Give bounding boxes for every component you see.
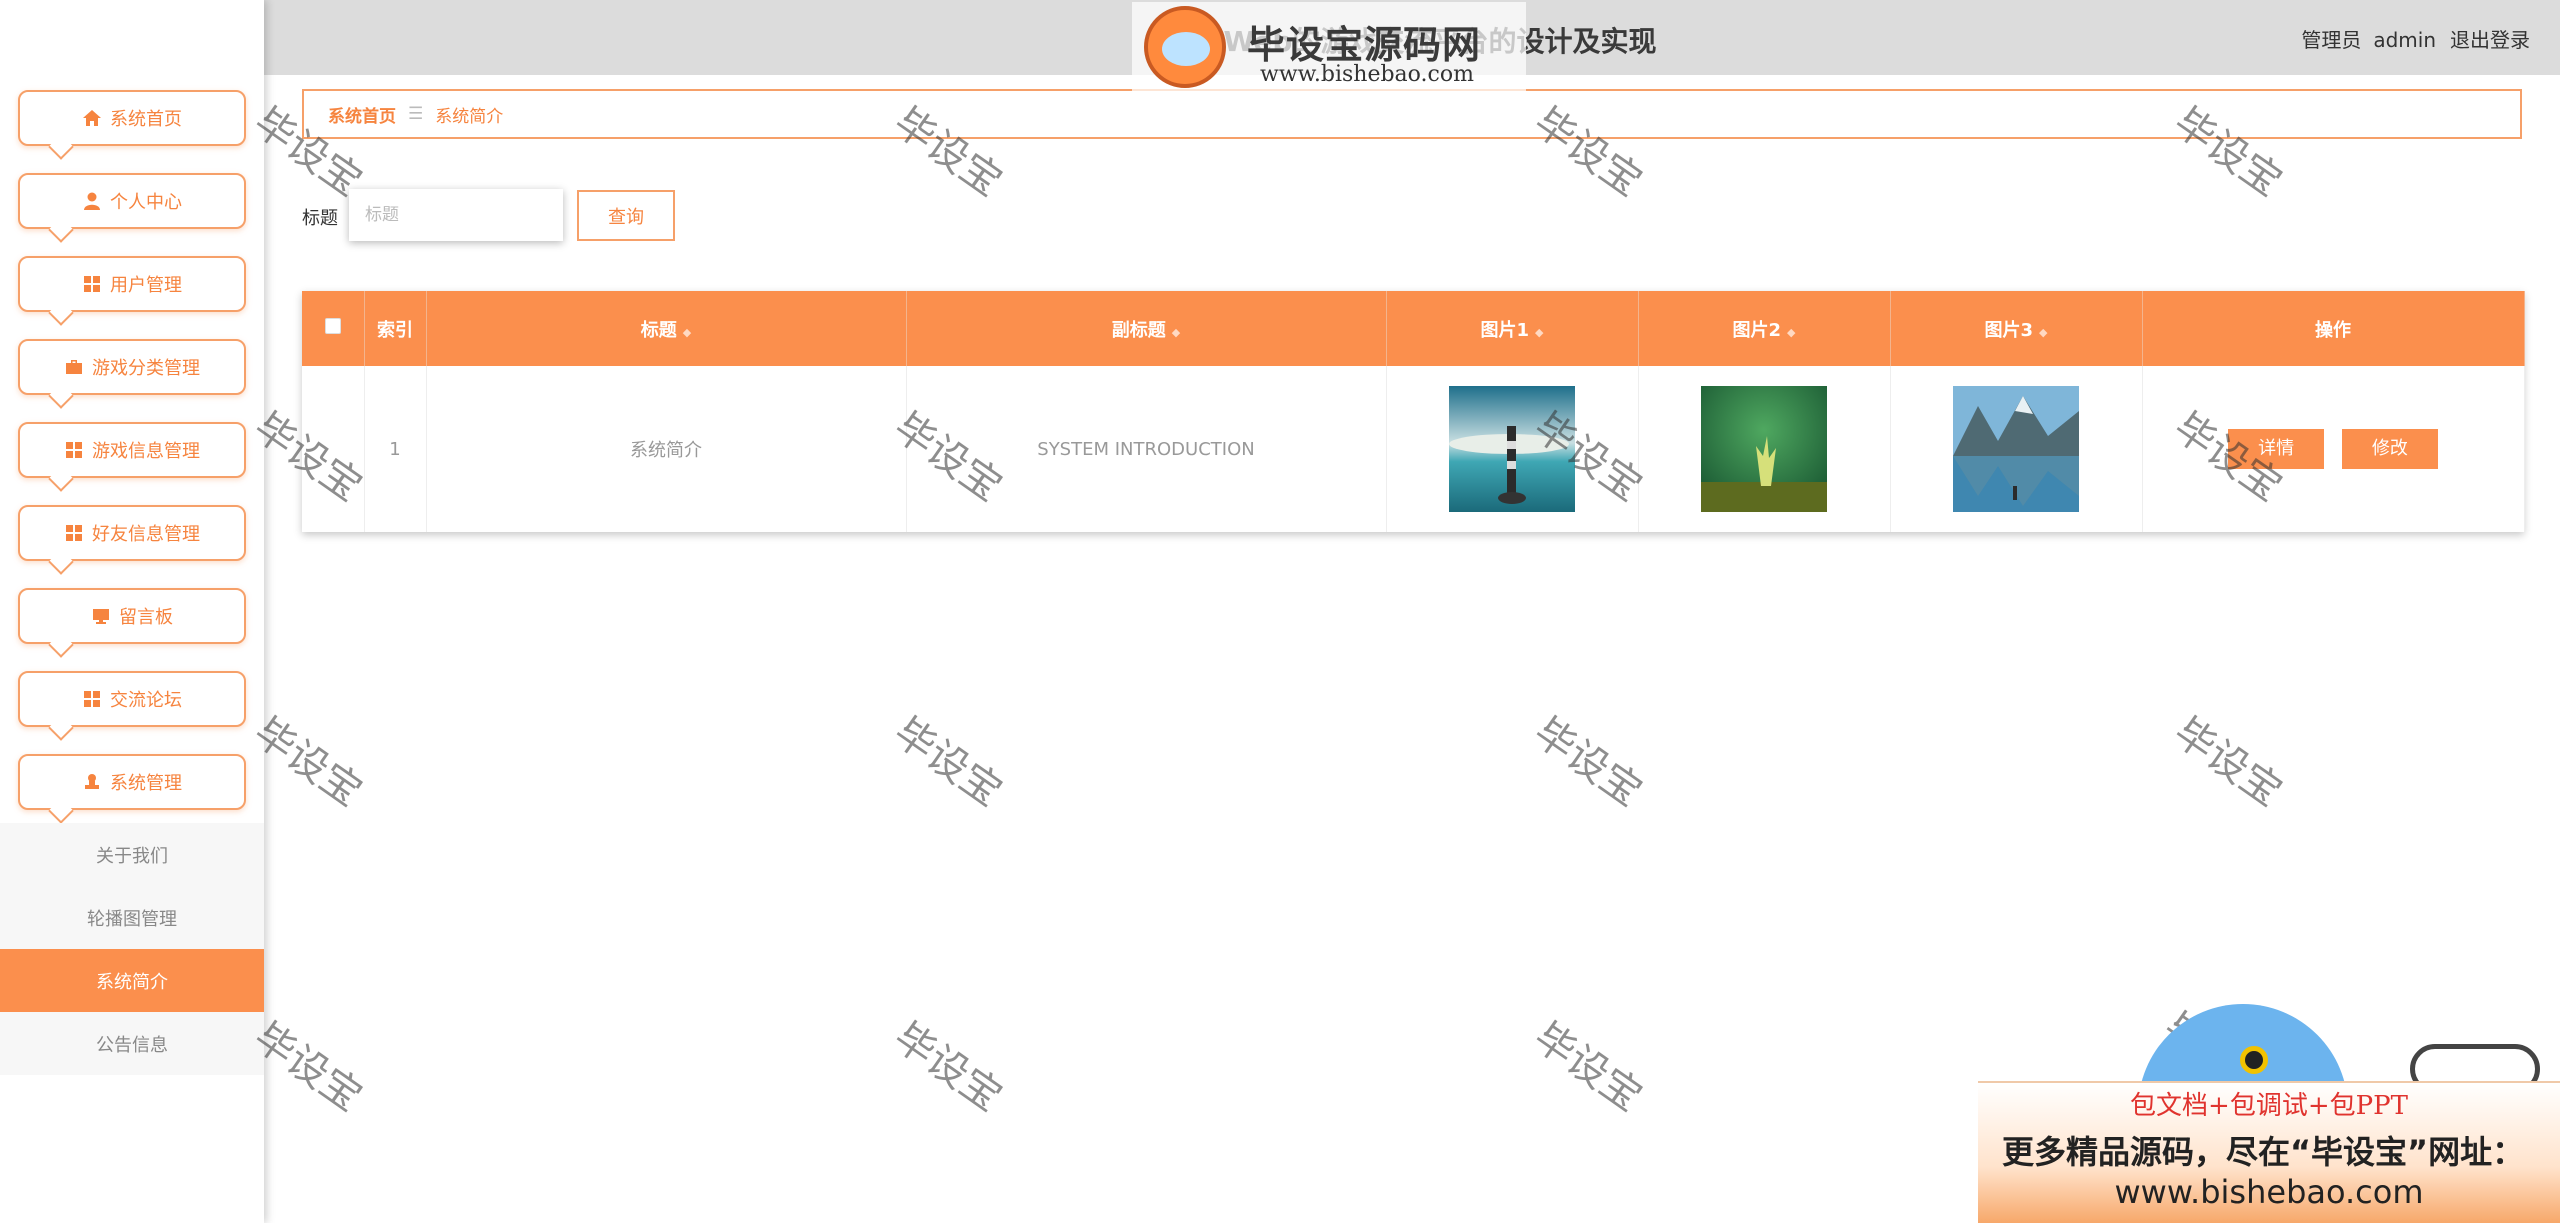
promo-url: www.bishebao.com: [2114, 1173, 2424, 1211]
logo-text: 毕设宝源码网: [1247, 23, 1482, 67]
watermark-text: 毕设宝: [1525, 1014, 1651, 1121]
edit-button[interactable]: 修改: [2341, 429, 2438, 469]
logout-link[interactable]: 退出登录: [2450, 28, 2530, 52]
username: admin: [2373, 28, 2436, 52]
row-index: 1: [364, 366, 427, 532]
select-all-cell: [302, 291, 365, 366]
sidebar-item-system[interactable]: 系统管理: [18, 754, 246, 810]
sidebar-item-label: 交流论坛: [110, 690, 182, 711]
row-actions-cell: 详情 修改: [2142, 366, 2525, 532]
data-table: 索引 标题 ◆ 副标题 ◆ 图片1 ◆ 图片2 ◆ 图片3 ◆ 操作 1 系统简介 SYS…: [302, 291, 2525, 532]
grid-icon: [82, 274, 102, 294]
user-icon: [82, 191, 102, 211]
promo-text: 更多精品源码，尽在“毕设宝”网址：: [2002, 1133, 2525, 1171]
sidebar-item-label: 游戏信息管理: [92, 441, 200, 462]
column-header-actions: 操作: [2142, 291, 2525, 366]
sidebar-item-label: 好友信息管理: [92, 524, 200, 545]
sort-icon[interactable]: ◆: [1535, 326, 1543, 339]
user-role: 管理员: [2301, 28, 2362, 52]
sidebar-item-friends[interactable]: 好友信息管理: [18, 505, 246, 561]
user-stamp-icon: [82, 772, 102, 792]
sort-icon[interactable]: ◆: [1787, 326, 1795, 339]
sidebar-item-home[interactable]: 系统首页: [18, 90, 246, 146]
watermark-text: 毕设宝: [2165, 709, 2291, 816]
sidebar-item-label: 个人中心: [110, 192, 182, 213]
submenu-about[interactable]: 关于我们: [0, 823, 264, 886]
row-select-cell: [302, 366, 365, 532]
home-icon: [82, 108, 102, 128]
column-header-index: 索引: [364, 291, 427, 366]
detail-button[interactable]: 详情: [2228, 429, 2325, 469]
submenu-carousel[interactable]: 轮播图管理: [0, 886, 264, 949]
watermark-text: 毕设宝: [885, 709, 1011, 816]
sidebar-item-profile[interactable]: 个人中心: [18, 173, 246, 229]
grid-icon: [64, 440, 84, 460]
monitor-icon: [91, 606, 111, 626]
grid-icon: [64, 523, 84, 543]
mountain-lake-image[interactable]: [1953, 386, 2079, 512]
watermark-text: 毕设宝: [1525, 709, 1651, 816]
breadcrumb: 系统首页 ☰ 系统简介: [302, 89, 2522, 139]
select-all-checkbox[interactable]: [324, 318, 341, 334]
sidebar-item-label: 系统管理: [110, 773, 182, 794]
breadcrumb-home[interactable]: 系统首页: [328, 102, 396, 127]
column-header-image2[interactable]: 图片2 ◆: [1638, 291, 1891, 366]
system-submenu: 关于我们 轮播图管理 系统简介 公告信息: [0, 823, 264, 1075]
column-header-image1[interactable]: 图片1 ◆: [1386, 291, 1639, 366]
submenu-notice[interactable]: 公告信息: [0, 1012, 264, 1075]
breadcrumb-separator-icon: ☰: [408, 104, 424, 124]
sort-icon[interactable]: ◆: [1172, 326, 1180, 339]
row-subtitle: SYSTEM INTRODUCTION: [906, 366, 1387, 532]
search-label: 标题: [302, 208, 338, 229]
column-header-subtitle[interactable]: 副标题 ◆: [906, 291, 1387, 366]
grid-icon: [82, 689, 102, 709]
column-header-image3[interactable]: 图片3 ◆: [1890, 291, 2143, 366]
sidebar-item-label: 游戏分类管理: [92, 358, 200, 379]
sort-icon[interactable]: ◆: [683, 326, 691, 339]
promo-banner[interactable]: 包文档+包调试+包PPT 更多精品源码，尽在“毕设宝”网址： www.bishe…: [1978, 1081, 2560, 1223]
logo-url: www.bishebao.com: [1260, 62, 1474, 87]
sidebar-item-messages[interactable]: 留言板: [18, 588, 246, 644]
sidebar-item-users[interactable]: 用户管理: [18, 256, 246, 312]
row-image3-cell: [1890, 366, 2143, 532]
sidebar-item-label: 留言板: [119, 607, 173, 628]
sidebar: 系统首页 个人中心 用户管理 游戏分类管理 游戏信息管理 好友信息管理 留言板 …: [0, 0, 264, 1223]
green-plant-image[interactable]: [1701, 386, 1827, 512]
sort-icon[interactable]: ◆: [2039, 326, 2047, 339]
sidebar-item-game-category[interactable]: 游戏分类管理: [18, 339, 246, 395]
user-info: 管理员 admin 退出登录: [2289, 24, 2530, 53]
column-header-title[interactable]: 标题 ◆: [426, 291, 907, 366]
sidebar-item-forum[interactable]: 交流论坛: [18, 671, 246, 727]
sidebar-item-game-info[interactable]: 游戏信息管理: [18, 422, 246, 478]
row-title: 系统简介: [426, 366, 907, 532]
sidebar-item-label: 用户管理: [110, 275, 182, 296]
sidebar-item-label: 系统首页: [110, 109, 182, 130]
breadcrumb-current: 系统简介: [435, 106, 504, 127]
row-image1-cell: [1386, 366, 1639, 532]
mascot-logo-icon: [1144, 6, 1226, 88]
promo-tagline: 包文档+包调试+包PPT: [2130, 1091, 2408, 1121]
row-image2-cell: [1638, 366, 1891, 532]
lighthouse-sea-image[interactable]: [1449, 386, 1575, 512]
briefcase-icon: [64, 357, 84, 377]
table-row: 1 系统简介 SYSTEM INTRODUCTION 详情 修改: [302, 366, 2525, 532]
watermark-text: 毕设宝: [885, 1014, 1011, 1121]
table-header-row: 索引 标题 ◆ 副标题 ◆ 图片1 ◆ 图片2 ◆ 图片3 ◆ 操作: [302, 291, 2525, 366]
search-button[interactable]: 查询: [577, 190, 675, 241]
title-search-input[interactable]: [349, 189, 563, 241]
site-logo-watermark: 毕设宝源码网 www.bishebao.com: [1132, 2, 1526, 92]
submenu-system-intro[interactable]: 系统简介: [0, 949, 264, 1012]
